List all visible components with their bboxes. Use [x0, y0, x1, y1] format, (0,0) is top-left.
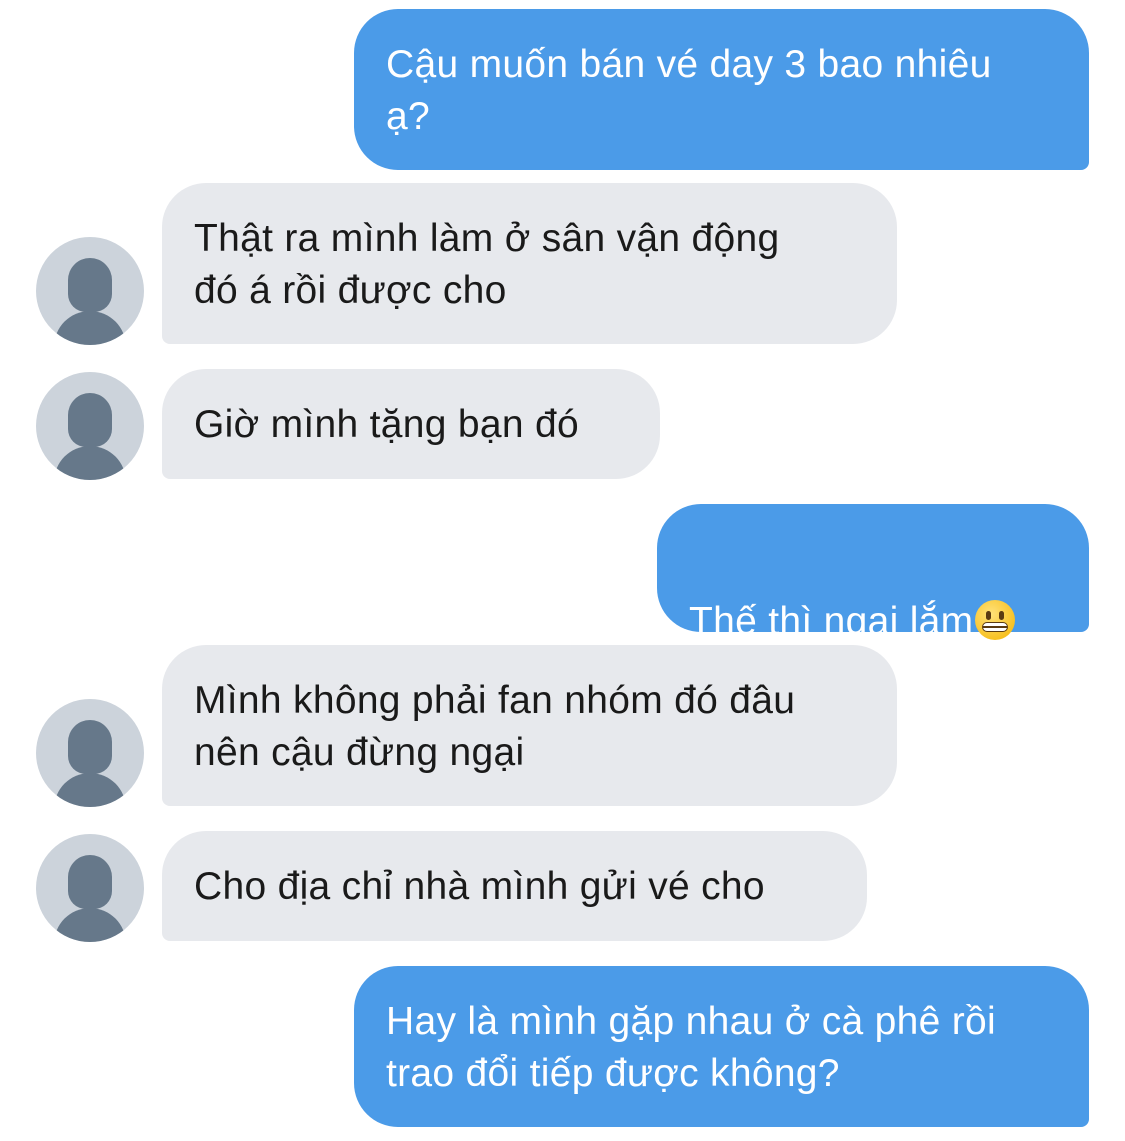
- contact-avatar[interactable]: [36, 237, 144, 345]
- avatar-head-shape: [68, 855, 112, 909]
- message-bubble-received[interactable]: Thật ra mình làm ở sân vận động đó á rồi…: [162, 183, 897, 344]
- contact-avatar[interactable]: [36, 699, 144, 807]
- avatar-shoulders-shape: [54, 446, 126, 480]
- contact-avatar[interactable]: [36, 372, 144, 480]
- avatar-head-shape: [68, 720, 112, 774]
- contact-avatar[interactable]: [36, 834, 144, 942]
- avatar-shoulders-shape: [54, 773, 126, 807]
- grimacing-face-emoji-icon: [975, 600, 1016, 640]
- avatar-shoulders-shape: [54, 311, 126, 345]
- message-bubble-received[interactable]: Giờ mình tặng bạn đó: [162, 369, 660, 479]
- message-bubble-sent[interactable]: Cậu muốn bán vé day 3 bao nhiêu ạ?: [354, 9, 1089, 170]
- message-bubble-received[interactable]: Mình không phải fan nhóm đó đâu nên cậu …: [162, 645, 897, 806]
- message-text: Thế thì ngại lắm: [689, 600, 974, 643]
- message-bubble-sent[interactable]: Hay là mình gặp nhau ở cà phê rồi trao đ…: [354, 966, 1089, 1127]
- avatar-head-shape: [68, 393, 112, 447]
- avatar-head-shape: [68, 258, 112, 312]
- message-bubble-sent[interactable]: Thế thì ngại lắm: [657, 504, 1089, 643]
- avatar-shoulders-shape: [54, 908, 126, 942]
- message-bubble-received[interactable]: Cho địa chỉ nhà mình gửi vé cho: [162, 831, 867, 941]
